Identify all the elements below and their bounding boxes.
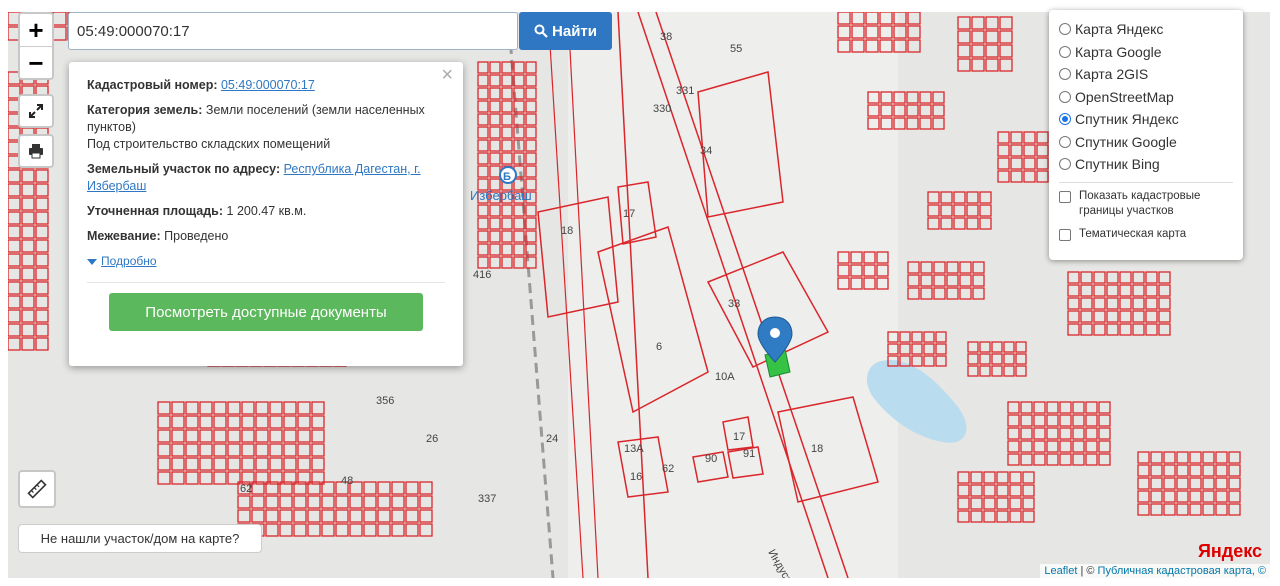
layer-checkbox-label: Тематическая карта [1079, 227, 1187, 240]
layer-option[interactable]: Спутник Яндекс [1059, 108, 1233, 131]
ruler-icon [27, 479, 47, 499]
more-details-link[interactable]: Подробно [87, 253, 445, 270]
map-label: 91 [743, 448, 755, 460]
map-label: 330 [653, 103, 671, 115]
map-label: 416 [473, 269, 491, 281]
map-label: 6 [656, 341, 662, 353]
layer-option-label: Карта Яндекс [1075, 21, 1164, 38]
search-button-label: Найти [552, 22, 597, 40]
map-label: 331 [676, 85, 694, 97]
layer-option[interactable]: Карта 2GIS [1059, 63, 1233, 86]
parcel-info-popup: × Кадастровый номер: 05:49:000070:17 Кат… [69, 62, 463, 366]
checkbox[interactable] [1059, 228, 1071, 241]
survey-row: Межевание: Проведено [87, 229, 229, 243]
yandex-logo: Яндекс [1197, 541, 1262, 561]
cadastral-map-link[interactable]: Публичная кадастровая карта, © [1098, 565, 1266, 577]
ruler-button[interactable] [18, 470, 56, 508]
search-input[interactable]: 05:49:000070:17 [68, 12, 518, 50]
map-label: 17 [623, 208, 635, 220]
search-button[interactable]: Найти [519, 12, 612, 50]
map-label: 24 [546, 433, 558, 445]
view-documents-button[interactable]: Посмотреть доступные документы [109, 293, 423, 331]
layer-option-label: Спутник Яндекс [1075, 111, 1179, 128]
close-icon[interactable]: × [441, 65, 453, 85]
map-label: 17 [733, 431, 745, 443]
zoom-out-button[interactable]: − [20, 46, 52, 78]
map-label: 38 [660, 31, 672, 43]
map-label: 34 [700, 145, 712, 157]
map-label: 48 [341, 475, 353, 487]
svg-text:Б: Б [503, 171, 511, 183]
layer-option-label: Спутник Bing [1075, 156, 1160, 173]
radio-button[interactable] [1059, 90, 1071, 103]
map-label: 337 [478, 493, 496, 505]
layer-option[interactable]: Спутник Google [1059, 131, 1233, 154]
layer-option-label: Карта Google [1075, 43, 1162, 60]
address-row: Земельный участок по адресу: Республика … [87, 162, 421, 193]
search-icon [534, 24, 548, 38]
print-button[interactable] [18, 134, 54, 168]
attribution: Leaflet | © Публичная кадастровая карта,… [1040, 564, 1270, 578]
radio-button[interactable] [1059, 135, 1071, 148]
radio-button[interactable] [1059, 23, 1071, 36]
map-label: 55 [730, 43, 742, 55]
divider [87, 282, 445, 283]
map-label: 18 [561, 225, 573, 237]
radio-button[interactable] [1059, 68, 1071, 81]
layer-option[interactable]: Спутник Bing [1059, 153, 1233, 176]
map-label: 62 [240, 483, 252, 495]
radio-button[interactable] [1059, 158, 1071, 171]
map-label: 26 [426, 433, 438, 445]
map-label: 62 [662, 463, 674, 475]
map-label: 90 [705, 453, 717, 465]
map-label: 13А [624, 443, 644, 455]
layer-option-label: Карта 2GIS [1075, 66, 1149, 83]
cadastral-number-row: Кадастровый номер: 05:49:000070:17 [87, 78, 315, 92]
radio-button[interactable] [1059, 113, 1071, 126]
map-label: 356 [376, 395, 394, 407]
radio-button[interactable] [1059, 45, 1071, 58]
layer-option[interactable]: OpenStreetMap [1059, 86, 1233, 109]
layer-option-label: Спутник Google [1075, 133, 1177, 150]
layer-checkbox[interactable]: Тематическая карта [1059, 227, 1233, 242]
map-label: 10А [715, 371, 735, 383]
zoom-in-button[interactable]: + [20, 14, 52, 46]
layer-option-label: OpenStreetMap [1075, 88, 1174, 105]
land-category-row: Категория земель: Земли поселений (земли… [87, 103, 425, 151]
layer-checkbox-label: Показать кадастровые границы участков [1079, 189, 1201, 217]
leaflet-link[interactable]: Leaflet [1044, 565, 1077, 577]
map-label: 18 [811, 443, 823, 455]
map-label: 33 [728, 298, 740, 310]
not-found-button[interactable]: Не нашли участок/дом на карте? [18, 524, 262, 553]
layer-checkbox[interactable]: Показать кадастровые границы участков [1059, 189, 1233, 219]
fullscreen-button[interactable] [18, 94, 54, 128]
printer-icon [29, 144, 43, 159]
cadastral-number-link[interactable]: 05:49:000070:17 [221, 78, 315, 92]
checkbox[interactable] [1059, 190, 1071, 203]
expand-icon [29, 104, 43, 118]
caret-down-icon [87, 258, 97, 265]
layer-switcher: Карта Яндекс Карта Google Карта 2GIS OpenSt… [1049, 10, 1243, 260]
area-row: Уточненная площадь: 1 200.47 кв.м. [87, 204, 307, 218]
map-label: 16 [630, 471, 642, 483]
layer-option[interactable]: Карта Google [1059, 41, 1233, 64]
station-label: Избербаш [470, 188, 532, 203]
divider [1059, 181, 1233, 183]
layer-option[interactable]: Карта Яндекс [1059, 18, 1233, 41]
zoom-control: + − [18, 12, 54, 80]
